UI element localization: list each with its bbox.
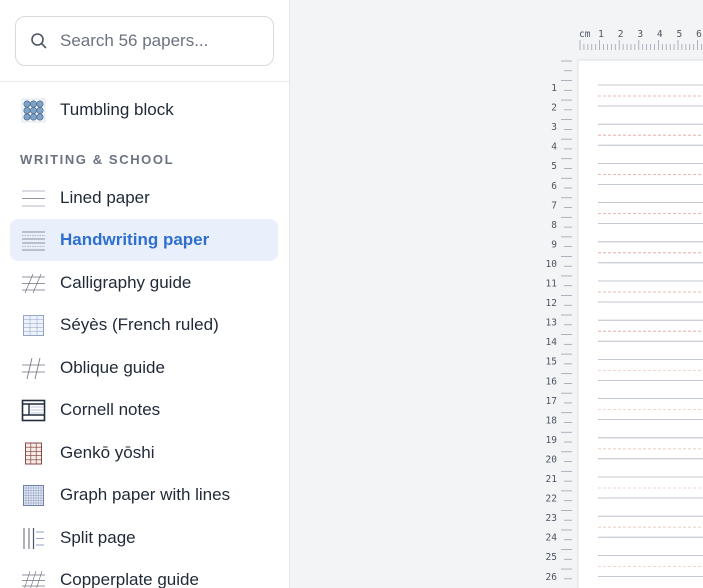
sidebar-item-label: Cornell notes xyxy=(60,400,161,419)
sidebar-item-tumbling-block[interactable]: Tumbling block xyxy=(10,89,278,131)
left-ruler-label: 14 xyxy=(546,337,558,348)
sidebar-item-cornell-notes[interactable]: Cornell notes xyxy=(10,389,278,431)
sidebar-item-oblique-guide[interactable]: Oblique guide xyxy=(10,347,278,389)
left-ruler-label: 10 xyxy=(546,259,558,270)
left-ruler-label: 15 xyxy=(546,357,557,368)
left-ruler-label: 16 xyxy=(546,376,558,387)
left-ruler-label: 6 xyxy=(551,181,557,192)
sidebar-item-label: Oblique guide xyxy=(60,358,165,377)
sidebar-item-label: Séyès (French ruled) xyxy=(60,315,219,334)
sidebar-item-label: Split page xyxy=(60,528,136,547)
search-area xyxy=(0,0,289,82)
sidebar-item-genko-yoshi[interactable]: Genkō yōshi xyxy=(10,432,278,474)
sidebar-item-label: Calligraphy guide xyxy=(60,273,192,292)
left-ruler-label: 17 xyxy=(546,396,557,407)
left-ruler-label: 19 xyxy=(546,435,558,446)
paper-preview: cm 123456 1 2 3 4 5 6 7 8 9 10 11 12 13 14 15 16 17 18 19 2… xyxy=(291,0,703,588)
left-ruler-label: 8 xyxy=(551,220,557,231)
tumbling-block-icon xyxy=(21,98,46,122)
section-title-writing-school: WRITING & SCHOOL xyxy=(20,152,175,167)
sidebar-item-split-page[interactable]: Split page xyxy=(10,517,278,559)
sidebar: Tumbling block WRITING & SCHOOL Lined pa… xyxy=(0,0,290,588)
sidebar-item-lined-paper[interactable]: Lined paper xyxy=(10,177,278,219)
top-ruler: cm 1 2 3 4 5 6 xyxy=(579,29,702,50)
sidebar-item-label: Tumbling block xyxy=(60,100,174,119)
left-ruler-label: 12 xyxy=(546,298,557,309)
top-ruler-label: 4 xyxy=(657,29,663,40)
sidebar-item-label: Copperplate guide xyxy=(60,570,199,588)
left-ruler-label: 23 xyxy=(546,513,557,524)
left-ruler-label: 13 xyxy=(546,318,557,329)
left-ruler-label: 18 xyxy=(546,415,558,426)
left-ruler-label: 5 xyxy=(551,161,557,172)
handwriting-paper-icon xyxy=(22,231,45,250)
sidebar-item-label: Graph paper with lines xyxy=(60,485,231,504)
left-ruler-label: 25 xyxy=(546,552,557,563)
top-ruler-label: 5 xyxy=(677,29,683,40)
seyes-icon xyxy=(23,314,44,336)
top-ruler-label: 1 xyxy=(598,29,604,40)
copperplate-guide-icon xyxy=(22,570,45,588)
sidebar-item-label: Genkō yōshi xyxy=(60,443,155,462)
preview-canvas: cm 123456 123456789101112131415161718192… xyxy=(546,29,703,588)
search-input[interactable] xyxy=(60,31,260,51)
sidebar-item-calligraphy-guide[interactable]: Calligraphy guide xyxy=(10,262,278,304)
left-ruler-label: 11 xyxy=(546,279,558,290)
lined-paper-icon xyxy=(22,190,45,206)
ruler-unit-label: cm xyxy=(579,29,591,40)
left-ruler-label: 21 xyxy=(546,474,558,485)
left-ruler-label: 3 xyxy=(551,122,557,133)
top-ruler-label: 6 xyxy=(696,29,702,40)
top-ruler-label: 3 xyxy=(637,29,643,40)
sidebar-item-label: Lined paper xyxy=(60,188,150,207)
left-ruler-label: 24 xyxy=(546,533,558,544)
sidebar-item-label: Handwriting paper xyxy=(60,230,210,249)
graph-paper-lines-icon xyxy=(23,484,44,506)
left-ruler-label: 1 xyxy=(551,83,557,94)
sidebar-item-copperplate-guide[interactable]: Copperplate guide xyxy=(10,559,278,588)
sidebar-item-handwriting-paper[interactable]: Handwriting paper xyxy=(10,219,278,261)
left-ruler-label: 9 xyxy=(551,239,557,250)
left-ruler: 1234567891011121314151617181920212223242… xyxy=(546,60,572,583)
left-ruler-label: 20 xyxy=(546,454,558,465)
left-ruler-label: 26 xyxy=(546,572,558,583)
left-ruler-label: 22 xyxy=(546,494,557,505)
genko-yoshi-icon xyxy=(25,442,42,464)
search-box[interactable] xyxy=(15,16,274,66)
left-ruler-label: 4 xyxy=(551,142,557,153)
top-ruler-label: 2 xyxy=(618,29,624,40)
calligraphy-guide-icon xyxy=(22,273,45,293)
split-page-icon xyxy=(23,527,44,549)
cornell-notes-icon xyxy=(21,399,46,421)
left-ruler-label: 2 xyxy=(551,103,557,114)
sidebar-item-seyes[interactable]: Séyès (French ruled) xyxy=(10,304,278,346)
search-icon xyxy=(31,33,47,49)
sidebar-item-graph-paper-with-lines[interactable]: Graph paper with lines xyxy=(10,474,278,516)
left-ruler-label: 7 xyxy=(551,200,557,211)
paper-sheet xyxy=(577,59,703,588)
oblique-guide-icon xyxy=(22,357,45,379)
